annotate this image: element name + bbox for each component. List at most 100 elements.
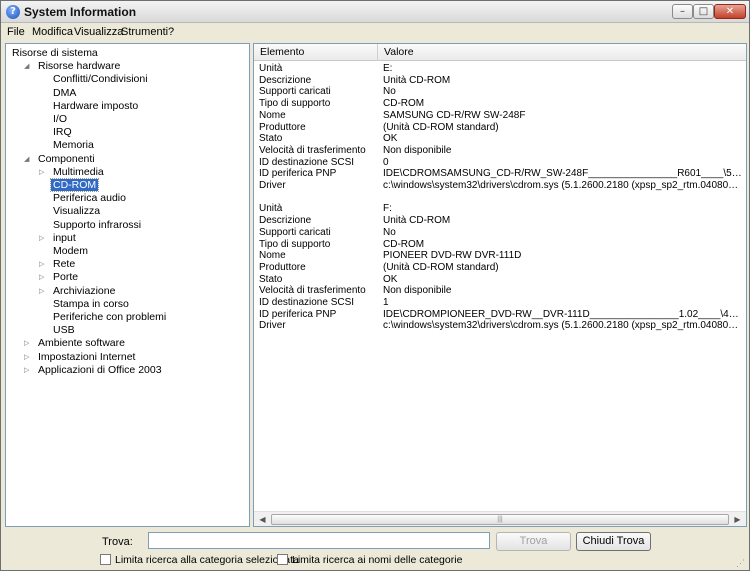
menu-visualizza[interactable]: Visualizza bbox=[74, 26, 123, 38]
tree-item[interactable]: Stampa in corso bbox=[51, 298, 131, 311]
find-input[interactable] bbox=[148, 532, 490, 549]
tree-item[interactable]: Periferica audio bbox=[51, 192, 128, 205]
category-tree[interactable]: Risorse di sistema ◢ Risorse hardware Confl… bbox=[5, 43, 250, 527]
maximize-button[interactable]: □ bbox=[693, 4, 714, 19]
collapsed-arrow-icon[interactable]: ▷ bbox=[39, 271, 47, 284]
elemento-cell: Tipo di supporto bbox=[259, 238, 331, 250]
details-list[interactable]: Elemento Valore Unità E: Descrizione Unità … bbox=[253, 43, 747, 527]
tree-item-label: Ambiente software bbox=[38, 337, 125, 350]
tree-item[interactable]: USB bbox=[51, 324, 77, 337]
tree-item[interactable]: Hardware imposto bbox=[51, 100, 140, 113]
tree-item[interactable]: DMA bbox=[51, 87, 78, 100]
table-row[interactable]: Supporti caricati No bbox=[254, 86, 746, 98]
close-button[interactable]: ✕ bbox=[714, 4, 746, 19]
table-row[interactable] bbox=[254, 192, 746, 204]
table-row[interactable]: ID destinazione SCSI 1 bbox=[254, 297, 746, 309]
tree-item[interactable]: Visualizza bbox=[51, 205, 102, 218]
limit-to-names-checkbox[interactable]: Limita ricerca ai nomi delle categorie bbox=[277, 554, 462, 567]
expanded-arrow-icon[interactable]: ◢ bbox=[24, 60, 32, 73]
tree-item[interactable]: Risorse di sistema bbox=[10, 47, 100, 60]
scroll-right-arrow-icon[interactable]: ▶ bbox=[730, 513, 745, 526]
tree-item[interactable]: ▷ Rete bbox=[39, 258, 77, 271]
tree-item[interactable]: ◢ Risorse hardware bbox=[24, 60, 122, 73]
table-row[interactable]: Tipo di supporto CD-ROM bbox=[254, 98, 746, 110]
list-header: Elemento Valore bbox=[254, 44, 746, 61]
collapsed-arrow-icon[interactable]: ▷ bbox=[39, 232, 47, 245]
tree-item-label: IRQ bbox=[53, 126, 72, 139]
table-row[interactable]: Velocità di trasferimento Non disponibile bbox=[254, 285, 746, 297]
tree-item[interactable]: ▷ Applicazioni di Office 2003 bbox=[24, 363, 164, 377]
tree-item[interactable]: Conflitti/Condivisioni bbox=[51, 73, 150, 86]
tree-item[interactable]: ◢ Componenti bbox=[24, 153, 97, 166]
scroll-thumb[interactable]: ||| bbox=[271, 514, 729, 525]
table-row[interactable]: Driver c:\windows\system32\drivers\cdrom.… bbox=[254, 320, 746, 332]
table-row[interactable]: Descrizione Unità CD-ROM bbox=[254, 75, 746, 87]
expanded-arrow-icon[interactable]: ◢ bbox=[24, 153, 32, 166]
table-row[interactable]: Tipo di supporto CD-ROM bbox=[254, 239, 746, 251]
column-header-elemento[interactable]: Elemento bbox=[254, 44, 378, 61]
resize-grip-icon[interactable]: ⋰ bbox=[736, 558, 747, 569]
tree-item[interactable]: Memoria bbox=[51, 139, 96, 152]
collapsed-arrow-icon[interactable]: ▷ bbox=[24, 364, 32, 377]
table-row[interactable]: Unità E: bbox=[254, 63, 746, 75]
table-row[interactable]: Velocità di trasferimento Non disponibile bbox=[254, 145, 746, 157]
tree-item-label: Multimedia bbox=[53, 165, 104, 178]
menu-modifica[interactable]: Modifica bbox=[32, 26, 73, 38]
table-row[interactable]: Stato OK bbox=[254, 274, 746, 286]
tree-item-label: Visualizza bbox=[53, 205, 101, 218]
collapsed-arrow-icon[interactable]: ▷ bbox=[39, 258, 47, 271]
elemento-cell: ID destinazione SCSI bbox=[259, 156, 355, 168]
collapsed-arrow-icon[interactable]: ▷ bbox=[39, 285, 47, 298]
menu-strumenti[interactable]: Strumenti bbox=[121, 26, 168, 38]
close-find-button[interactable]: Chiudi Trova bbox=[576, 532, 651, 551]
limit-to-category-checkbox[interactable]: Limita ricerca alla categoria selezionat… bbox=[100, 554, 299, 567]
tree-item[interactable]: Periferiche con problemi bbox=[51, 311, 168, 324]
elemento-cell: ID periferica PNP bbox=[259, 168, 337, 180]
tree-item[interactable]: ▷ input bbox=[39, 232, 78, 245]
menu-help[interactable]: ? bbox=[168, 26, 174, 38]
tree-item[interactable]: ▷ Ambiente software bbox=[24, 337, 127, 350]
tree-item[interactable]: I/O bbox=[51, 113, 69, 126]
elemento-cell: Descrizione bbox=[259, 215, 312, 227]
tree-item-label: DMA bbox=[53, 86, 77, 99]
table-row[interactable]: Produttore (Unità CD-ROM standard) bbox=[254, 122, 746, 134]
table-row[interactable]: ID periferica PNP IDE\CDROMSAMSUNG_CD-R/R… bbox=[254, 168, 746, 180]
tree-item[interactable]: Supporto infrarossi bbox=[51, 219, 143, 232]
collapsed-arrow-icon[interactable]: ▷ bbox=[24, 337, 32, 350]
scroll-left-arrow-icon[interactable]: ◀ bbox=[255, 513, 270, 526]
tree-item[interactable]: ▷ Archiviazione bbox=[39, 285, 117, 298]
table-row[interactable]: Nome SAMSUNG CD-R/RW SW-248F bbox=[254, 110, 746, 122]
table-row[interactable]: Driver c:\windows\system32\drivers\cdrom.… bbox=[254, 180, 746, 192]
column-header-valore[interactable]: Valore bbox=[378, 44, 746, 61]
elemento-cell: Produttore bbox=[259, 261, 306, 273]
collapsed-arrow-icon[interactable]: ▷ bbox=[39, 166, 47, 179]
checkbox-icon bbox=[100, 554, 111, 565]
tree-item-label: Applicazioni di Office 2003 bbox=[38, 363, 162, 376]
table-row[interactable]: Stato OK bbox=[254, 133, 746, 145]
tree-item[interactable]: ▷ Multimedia bbox=[39, 165, 106, 179]
tree-item[interactable]: ▷ Impostazioni Internet bbox=[24, 351, 137, 364]
elemento-cell: ID destinazione SCSI bbox=[259, 297, 355, 308]
table-row[interactable]: Unità F: bbox=[254, 203, 746, 215]
system-information-window: ? System Information – □ ✕ File Modifica… bbox=[0, 0, 750, 571]
minimize-button[interactable]: – bbox=[672, 4, 693, 19]
table-row[interactable]: Produttore (Unità CD-ROM standard) bbox=[254, 262, 746, 274]
tree-item[interactable]: Modem bbox=[51, 245, 90, 258]
tree-item[interactable]: IRQ bbox=[51, 126, 74, 139]
menu-file[interactable]: File bbox=[7, 26, 25, 38]
table-row[interactable]: Nome PIONEER DVD-RW DVR-111D bbox=[254, 250, 746, 262]
tree-item[interactable]: CD-ROM bbox=[49, 178, 100, 192]
find-button[interactable]: Trova bbox=[496, 532, 571, 551]
tree-item[interactable]: ▷ Porte bbox=[39, 271, 80, 284]
elemento-cell: Stato bbox=[259, 273, 283, 285]
valore-cell: (Unità CD-ROM standard) bbox=[383, 261, 499, 273]
horizontal-scrollbar[interactable]: ◀ ||| ▶ bbox=[254, 511, 746, 526]
elemento-cell: ID periferica PNP bbox=[259, 308, 337, 320]
table-row[interactable]: ID periferica PNP IDE\CDROMPIONEER_DVD-RW… bbox=[254, 309, 746, 321]
title-bar[interactable]: ? System Information – □ ✕ bbox=[1, 1, 749, 23]
table-row[interactable]: ID destinazione SCSI 0 bbox=[254, 157, 746, 169]
table-row[interactable]: Supporti caricati No bbox=[254, 227, 746, 239]
collapsed-arrow-icon[interactable]: ▷ bbox=[24, 351, 32, 364]
table-row[interactable]: Descrizione Unità CD-ROM bbox=[254, 215, 746, 227]
elemento-cell: Descrizione bbox=[259, 74, 312, 86]
